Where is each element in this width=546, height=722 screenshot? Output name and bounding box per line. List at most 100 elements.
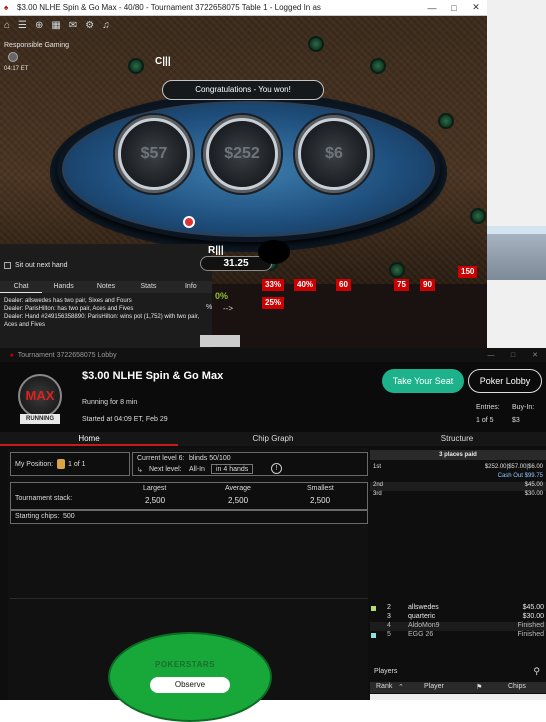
next-level-time: in 4 hands <box>211 464 254 474</box>
settings-icon[interactable]: ⚙ <box>85 20 94 31</box>
avatar <box>258 240 290 264</box>
tab-info[interactable]: Info <box>170 281 212 293</box>
places-paid-header: 3 places paid <box>370 450 546 460</box>
close-button[interactable]: ✕ <box>524 351 546 359</box>
flag-icon: ⚑ <box>476 684 483 691</box>
player-name: allswedes <box>408 604 439 611</box>
tab-home[interactable]: Home <box>0 432 178 446</box>
responsible-gaming-link[interactable]: Responsible Gaming <box>4 42 69 49</box>
hud-stat-box: 60 <box>336 279 351 291</box>
lobby-window-title: Tournament 3722658075 Lobby <box>17 351 117 359</box>
current-level-label: Current level 6: <box>137 455 185 462</box>
minimize-button[interactable]: — <box>480 352 502 359</box>
stack-smallest: 2,500 <box>310 496 331 505</box>
tournament-stack-box: Tournament stack: Largest Average Smalle… <box>10 482 368 510</box>
sit-out-option[interactable]: Sit out next hand <box>4 262 68 269</box>
place-row: Cash Out $99.75 <box>370 473 546 482</box>
sit-out-checkbox[interactable] <box>4 262 11 269</box>
close-button[interactable]: ✕ <box>465 2 487 13</box>
hero-name: R||| <box>208 245 224 256</box>
place-row: 1st $252.00|$57.00|$6.00 <box>370 464 546 473</box>
background-chip-icon <box>389 262 405 278</box>
running-time: Running for 8 min <box>82 399 138 406</box>
maximize-button[interactable]: □ <box>443 3 465 13</box>
chat-panel-bg <box>0 244 212 348</box>
background-chip-icon <box>438 113 454 129</box>
tab-stats[interactable]: Stats <box>127 281 169 293</box>
player-row[interactable]: 3 quarteric $30.00 <box>370 613 546 622</box>
players-label: Players <box>374 668 398 675</box>
next-level-value: All-In <box>189 466 205 473</box>
buyin-label: Buy-In: <box>512 404 535 411</box>
stack-label: Tournament stack: <box>15 495 73 502</box>
add-table-icon[interactable]: ⊕ <box>35 20 43 31</box>
background-chip-icon <box>128 58 144 74</box>
tab-chat[interactable]: Chat <box>0 281 43 293</box>
player-chips: Finished <box>517 622 544 629</box>
max-logo: MAX <box>18 374 62 418</box>
desktop-background <box>487 0 546 348</box>
background-chip-icon <box>370 58 386 74</box>
my-position-value: 1 of 1 <box>68 461 86 468</box>
entries-value: 1 of 5 <box>476 417 494 424</box>
win-banner: Congratulations - You won! <box>162 80 324 100</box>
chat-icon[interactable]: ✉ <box>69 20 77 31</box>
take-seat-button[interactable]: Take Your Seat <box>382 369 464 393</box>
player-rank: 4 <box>387 622 391 629</box>
home-icon[interactable]: ⌂ <box>4 20 10 31</box>
status-dot-icon <box>371 606 376 611</box>
hud-stat-box: 40% <box>294 279 317 291</box>
entries-label: Entries: <box>476 404 500 411</box>
col-rank[interactable]: Rank <box>376 683 392 690</box>
tab-hands[interactable]: Hands <box>42 281 84 293</box>
table-window-title: $3.00 NLHE Spin & Go Max - 40/80 - Tourn… <box>17 3 321 12</box>
col-chips[interactable]: Chips <box>508 683 526 690</box>
tab-notes[interactable]: Notes <box>85 281 127 293</box>
tab-chip-graph[interactable]: Chip Graph <box>178 432 368 446</box>
starting-chips-box: Starting chips: 500 <box>10 510 368 524</box>
stack-col-smallest: Smallest <box>307 485 334 492</box>
lobby-header: MAX RUNNING $3.00 NLHE Spin & Go Max Run… <box>0 362 546 432</box>
player-name: quarteric <box>408 613 436 620</box>
observe-button[interactable]: Observe <box>150 677 230 693</box>
level-box: Current level 6: blinds 50/100 ↳ Next le… <box>132 452 368 476</box>
prize-chip-right: $6 <box>298 118 370 190</box>
chat-tabs: Chat Hands Notes Stats Info <box>0 281 212 293</box>
maximize-button[interactable]: □ <box>502 352 524 359</box>
player-name: EGG 26 <box>408 631 434 638</box>
player-row[interactable]: 2 allswedes $45.00 <box>370 604 546 613</box>
stack-average: 2,500 <box>228 496 249 505</box>
next-level-arrow-icon: ↳ <box>137 467 143 474</box>
hud-stat-box: 75 <box>394 279 409 291</box>
prize-chip-center: $252 <box>206 118 278 190</box>
tile-icon[interactable]: ▦ <box>51 20 60 31</box>
player-row[interactable]: 5 EGG 26 Finished <box>370 631 546 640</box>
sort-asc-icon: ⌃ <box>398 684 404 691</box>
place-label: 1st <box>373 464 382 470</box>
place-prize: $252.00|$57.00|$6.00 <box>484 464 543 470</box>
lobby-tabs: Home Chip Graph Structure <box>0 432 546 446</box>
cash-out-value[interactable]: Cash Out $99.75 <box>498 473 543 479</box>
action-strip <box>200 335 240 347</box>
poker-lobby-button[interactable]: Poker Lobby <box>468 369 542 393</box>
search-icon[interactable]: ⚲ <box>533 666 540 677</box>
sound-icon[interactable]: ♫ <box>102 20 110 31</box>
next-level-label: Next level: <box>149 466 182 473</box>
start-time: Started at 04:09 ET, Feb 29 <box>82 416 168 423</box>
minimize-button[interactable]: — <box>421 3 443 13</box>
table-toolbar: ⌂ ☰ ⊕ ▦ ✉ ⚙ ♫ <box>4 20 110 31</box>
sit-out-label: Sit out next hand <box>15 262 68 269</box>
hud-stat-green: 0% <box>215 291 229 301</box>
position-icon <box>57 459 65 469</box>
menu-icon[interactable]: ☰ <box>18 20 27 31</box>
tab-structure[interactable]: Structure <box>368 432 546 446</box>
hud-stat-box: 25% <box>262 297 285 309</box>
player-rank: 5 <box>387 631 391 638</box>
pokerstars-logo-icon: ♠ <box>10 351 14 359</box>
table-logo: POKERSTARS <box>155 660 215 669</box>
players-table-header: Rank ⌃ Player ⚑ Chips <box>370 682 546 693</box>
info-icon[interactable]: ! <box>271 463 282 474</box>
player-row[interactable]: 4 AldoMon9 Finished <box>370 622 546 631</box>
col-player[interactable]: Player <box>424 683 444 690</box>
table-clock: 04:17 ET <box>4 66 29 72</box>
